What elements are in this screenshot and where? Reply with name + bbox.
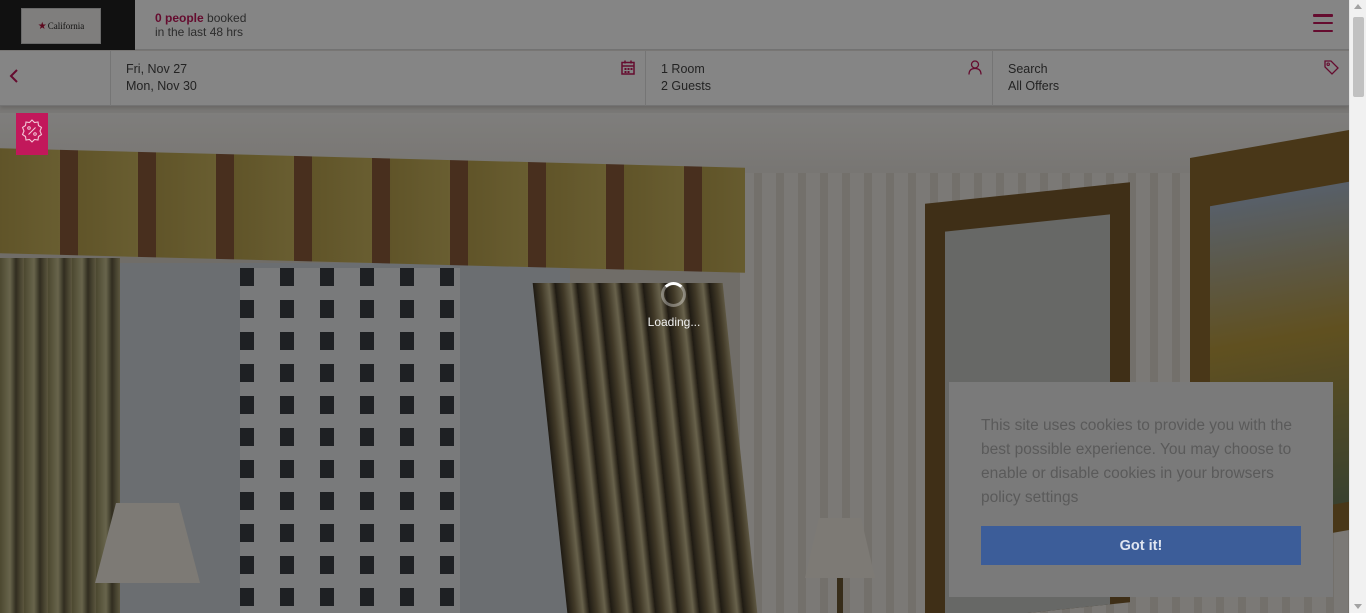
loading-text: Loading... xyxy=(647,315,701,329)
cookie-accept-button[interactable]: Got it! xyxy=(981,526,1301,565)
cookie-banner: This site uses cookies to provide you wi… xyxy=(949,382,1333,597)
offer-badge[interactable] xyxy=(16,113,48,155)
scroll-up-icon[interactable] xyxy=(1354,4,1362,9)
cookie-message: This site uses cookies to provide you wi… xyxy=(981,417,1293,506)
loading-spinner-icon xyxy=(661,282,686,307)
discount-badge-icon xyxy=(21,119,43,143)
vertical-scrollbar[interactable] xyxy=(1349,0,1366,613)
scroll-thumb[interactable] xyxy=(1353,17,1364,97)
scroll-down-icon[interactable] xyxy=(1354,604,1362,609)
